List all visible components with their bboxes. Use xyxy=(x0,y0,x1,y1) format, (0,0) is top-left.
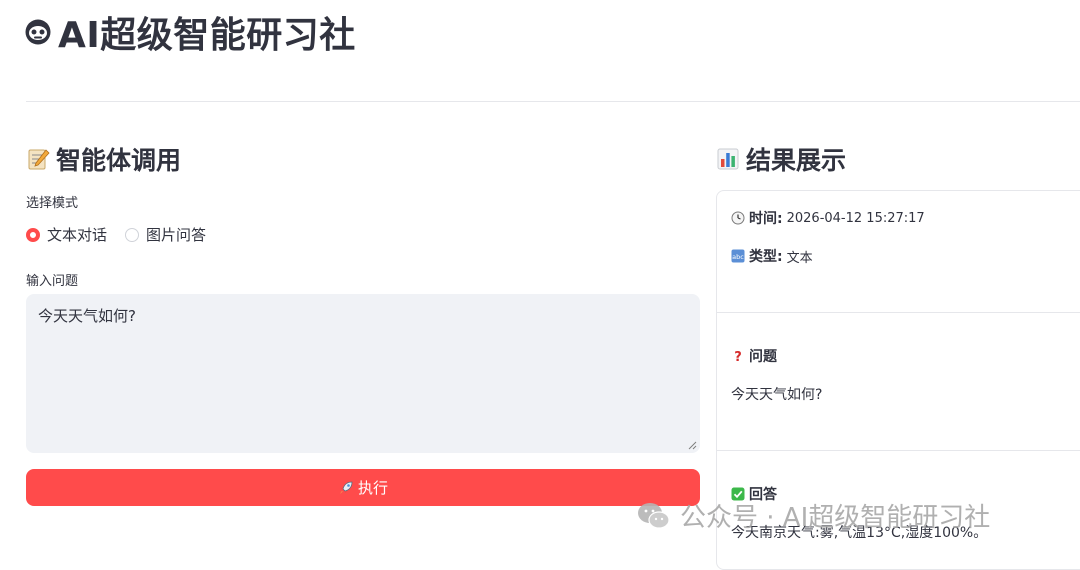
time-label: 时间: xyxy=(749,211,783,227)
radio-selected-indicator[interactable] xyxy=(26,227,40,242)
mode-radio-text-label: 文本对话 xyxy=(47,226,108,244)
mode-radio-image[interactable]: 图片问答 xyxy=(125,224,206,245)
result-card: 时间: 2026-04-12 15:27:17 abc 类型: 文本 ? 问题 … xyxy=(716,190,1080,570)
question-text: 今天天气如何? xyxy=(731,387,823,403)
mode-radio-image-label: 图片问答 xyxy=(146,226,207,244)
right-heading-text: 结果展示 xyxy=(746,146,847,175)
svg-text:?: ? xyxy=(734,350,742,363)
question-textarea[interactable]: 今天天气如何? xyxy=(26,294,700,453)
right-heading: 结果展示 xyxy=(716,141,846,177)
result-divider-1 xyxy=(717,312,1080,313)
left-heading-text: 智能体调用 xyxy=(56,146,182,175)
question-heading: 问题 xyxy=(749,349,777,365)
header-divider xyxy=(26,101,1080,102)
robot-face-icon xyxy=(25,19,51,45)
answer-heading-row: 回答 xyxy=(731,484,777,504)
question-mark-icon: ? xyxy=(734,350,742,363)
mode-radio-text[interactable]: 文本对话 xyxy=(26,224,107,245)
type-label: 类型: xyxy=(749,249,783,265)
run-button-label: 执行 xyxy=(357,479,388,497)
check-mark-icon xyxy=(731,487,745,501)
run-button[interactable]: 执行 xyxy=(26,469,700,506)
mode-label: 选择模式 xyxy=(26,196,79,211)
mode-radio-group: 文本对话 图片问答 xyxy=(26,224,206,245)
type-value: 文本 xyxy=(786,250,813,266)
answer-heading: 回答 xyxy=(749,487,777,503)
left-heading: 智能体调用 xyxy=(26,141,181,177)
question-heading-row: ? 问题 xyxy=(731,346,777,366)
radio-unselected-indicator[interactable] xyxy=(125,227,140,242)
time-row: 时间: 2026-04-12 15:27:17 xyxy=(731,208,925,228)
clock-icon xyxy=(731,211,745,225)
type-row: abc 类型: 文本 xyxy=(731,246,813,266)
answer-text: 今天南京天气:雾,气温13°C,湿度100%。 xyxy=(731,525,988,541)
resize-handle-icon[interactable] xyxy=(688,441,697,450)
question-label: 输入问题 xyxy=(26,274,79,289)
page-title-text: AI超级智能研习社 xyxy=(58,15,356,56)
page-title: AI超级智能研习社 xyxy=(24,8,356,56)
abc-input-icon: abc xyxy=(731,249,745,263)
time-value: 2026-04-12 15:27:17 xyxy=(786,210,925,226)
bar-chart-icon xyxy=(717,148,739,170)
svg-text:abc: abc xyxy=(732,253,744,261)
rocket-icon xyxy=(339,481,353,494)
result-divider-2 xyxy=(717,450,1080,451)
question-textarea-value: 今天天气如何? xyxy=(38,307,136,325)
memo-icon xyxy=(28,149,50,170)
